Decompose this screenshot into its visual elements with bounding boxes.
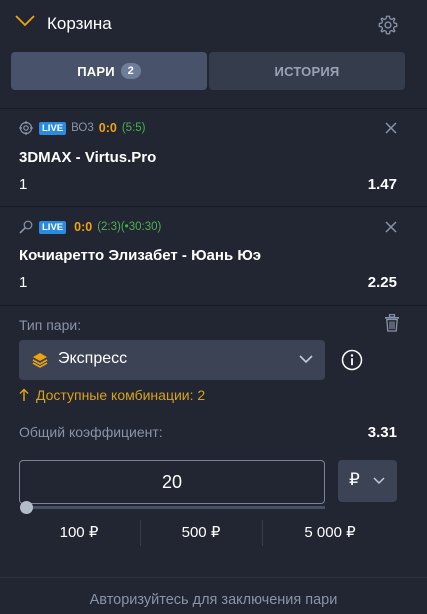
- bet-item: LIVE ВО3 0:0 (5:5) 3DMAX - Virtus.Pro 1 …: [0, 120, 427, 206]
- bet-type-label: Тип пари:: [19, 317, 82, 333]
- currency-select[interactable]: ₽: [338, 460, 397, 502]
- live-badge: LIVE: [39, 220, 67, 234]
- match-title[interactable]: Кочиаретто Элизабет - Юань Юэ: [19, 247, 261, 264]
- live-score: 0:0: [98, 121, 117, 135]
- sub-score: (5:5): [121, 122, 146, 134]
- stake-slider-track[interactable]: [26, 506, 325, 509]
- match-format: ВО3: [71, 122, 94, 134]
- divider: [0, 108, 427, 109]
- bet-meta: LIVE 0:0 (2:3)(•30:30): [19, 219, 161, 235]
- sub-score: (2:3)(•30:30): [97, 221, 162, 233]
- bet-slip-panel: Корзина ПАРИ 2 ИСТОРИЯ LIVE ВО3 0:0 (5:5…: [0, 0, 427, 614]
- quick-stake-5000[interactable]: 5 000 ₽: [263, 520, 397, 546]
- tab-history-label: ИСТОРИЯ: [274, 63, 340, 79]
- chevron-down-icon: [299, 355, 313, 364]
- tab-bets-label: ПАРИ: [77, 63, 115, 79]
- currency-symbol: ₽: [349, 470, 360, 489]
- match-title[interactable]: 3DMAX - Virtus.Pro: [19, 149, 156, 166]
- live-score: 0:0: [74, 220, 93, 234]
- close-icon[interactable]: [385, 122, 397, 134]
- trash-icon[interactable]: [384, 314, 400, 332]
- tennis-racket-icon: [19, 220, 33, 234]
- divider: [0, 305, 427, 306]
- login-hint-link[interactable]: Авторизуйтесь для заключения пари: [0, 592, 427, 608]
- tab-bets[interactable]: ПАРИ 2: [11, 52, 207, 90]
- bet-outcome: 1: [19, 176, 28, 193]
- bet-meta: LIVE ВО3 0:0 (5:5): [19, 120, 146, 136]
- live-badge: LIVE: [39, 121, 67, 135]
- bet-slip-title: Корзина: [47, 14, 112, 33]
- gear-icon[interactable]: [377, 14, 399, 36]
- combinations-info: Доступные комбинации: 2: [19, 387, 205, 403]
- bet-type-value: Экспресс: [58, 350, 128, 367]
- close-icon[interactable]: [385, 221, 397, 233]
- stake-slider-handle[interactable]: [20, 501, 33, 514]
- tab-history[interactable]: ИСТОРИЯ: [209, 52, 405, 90]
- quick-stake-buttons: 100 ₽ 500 ₽ 5 000 ₽: [19, 520, 397, 546]
- bet-item: LIVE 0:0 (2:3)(•30:30) Кочиаретто Элизаб…: [0, 219, 427, 305]
- total-odds-label: Общий коэффициент:: [19, 424, 163, 440]
- bet-type-select[interactable]: Экспресс: [19, 340, 325, 380]
- chevron-down-icon: [373, 477, 385, 485]
- bet-odds: 1.47: [367, 176, 397, 193]
- bet-slip-tabs: ПАРИ 2 ИСТОРИЯ: [11, 52, 405, 90]
- quick-stake-100[interactable]: 100 ₽: [19, 520, 139, 546]
- stake-input[interactable]: [19, 460, 325, 504]
- total-odds-value: 3.31: [367, 424, 397, 441]
- bet-outcome: 1: [19, 274, 28, 291]
- divider: [0, 577, 427, 578]
- chevron-down-icon[interactable]: [15, 15, 35, 27]
- info-icon[interactable]: [341, 349, 363, 371]
- combinations-text: Доступные комбинации: 2: [36, 387, 206, 403]
- bet-odds: 2.25: [367, 274, 397, 291]
- bets-count-badge: 2: [120, 63, 141, 79]
- bet-slip-header[interactable]: Корзина: [0, 0, 427, 48]
- divider: [0, 206, 427, 207]
- layers-icon: [32, 353, 48, 368]
- arrow-up-icon: [19, 388, 29, 401]
- quick-stake-500[interactable]: 500 ₽: [141, 520, 261, 546]
- esports-target-icon: [19, 121, 33, 135]
